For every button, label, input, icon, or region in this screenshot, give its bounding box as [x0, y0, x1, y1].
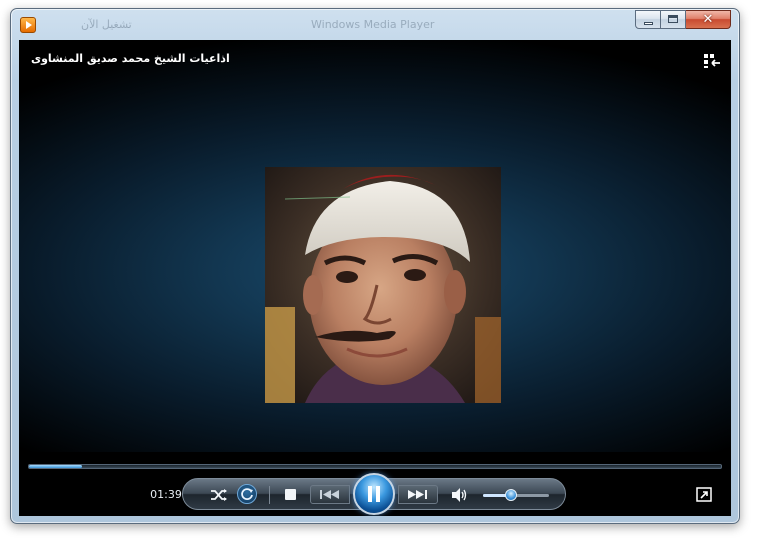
repeat-icon — [241, 488, 253, 500]
volume-slider-thumb[interactable] — [504, 489, 517, 501]
seek-bar[interactable] — [28, 464, 722, 469]
repeat-button[interactable] — [237, 484, 257, 504]
window-title-blurred-secondary: Windows Media Player — [311, 18, 435, 31]
previous-button[interactable] — [310, 485, 350, 504]
seek-bar-progress — [29, 465, 83, 468]
album-art — [265, 167, 501, 403]
control-separator — [269, 486, 270, 504]
minimize-icon — [644, 22, 653, 25]
close-icon: ✕ — [702, 12, 714, 27]
minimize-button[interactable] — [635, 10, 661, 29]
next-track-icon — [408, 490, 427, 499]
transport-controls — [182, 473, 566, 515]
caption-buttons: ✕ — [635, 10, 731, 30]
fullscreen-icon[interactable] — [696, 487, 712, 502]
now-playing-title: اذاعيات الشيخ محمد صديق المنشاوى — [31, 52, 230, 65]
pause-icon — [368, 486, 380, 502]
elapsed-time: 01:39 — [150, 488, 182, 501]
maximize-icon — [668, 15, 678, 23]
play-pause-button[interactable] — [353, 473, 395, 515]
speaker-icon — [452, 488, 467, 502]
title-bar[interactable]: تشغيل الآن Windows Media Player ✕ — [11, 9, 739, 41]
visualization-stage: اذاعيات الشيخ محمد صديق المنشاوى — [19, 40, 731, 452]
close-button[interactable]: ✕ — [686, 10, 731, 29]
media-player-icon[interactable] — [20, 17, 36, 33]
shuffle-button[interactable] — [210, 488, 228, 502]
maximize-button[interactable] — [661, 10, 686, 29]
window-title-blurred: تشغيل الآن — [81, 18, 132, 31]
stop-button[interactable] — [285, 489, 296, 500]
mute-button[interactable] — [451, 487, 469, 503]
next-button[interactable] — [398, 485, 438, 504]
shuffle-icon — [211, 489, 227, 501]
media-player-window: تشغيل الآن Windows Media Player ✕ اذاعيا… — [10, 8, 740, 524]
now-playing-view: اذاعيات الشيخ محمد صديق المنشاوى 01:39 — [19, 40, 731, 516]
previous-track-icon — [320, 490, 339, 499]
switch-to-library-icon[interactable] — [703, 53, 721, 69]
